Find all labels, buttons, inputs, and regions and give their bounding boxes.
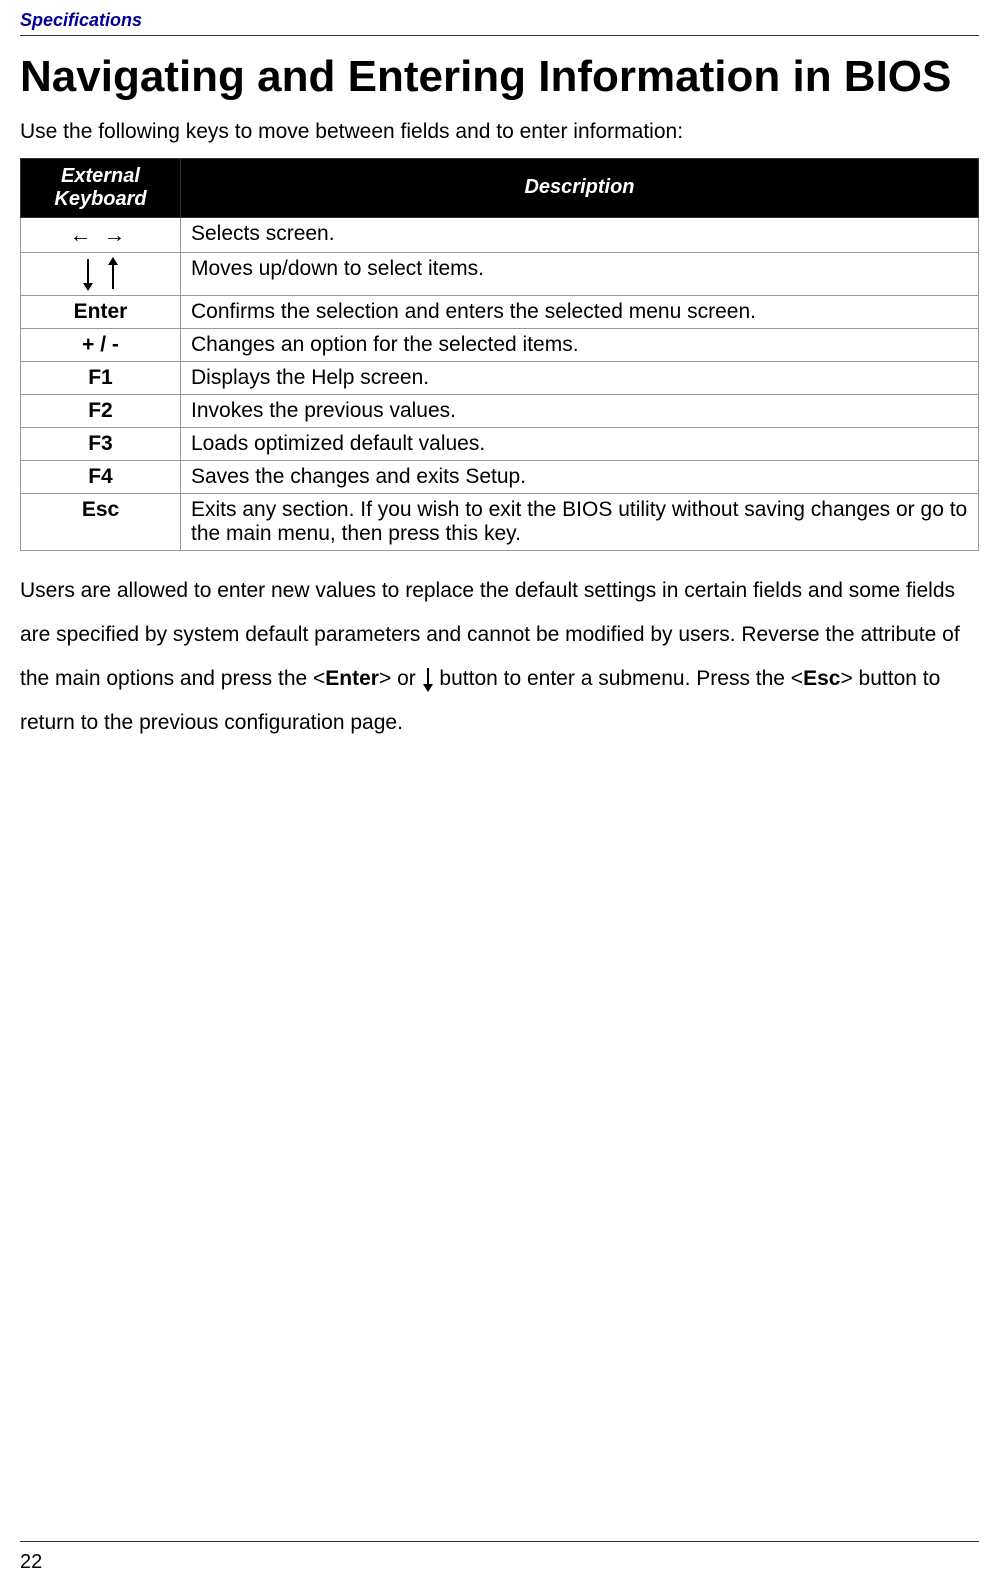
key-f2: F2 (21, 394, 181, 427)
table-row: ← → Selects screen. (21, 217, 979, 252)
page-title: Navigating and Entering Information in B… (20, 46, 979, 108)
body-text-part2: > or (379, 667, 422, 690)
table-header-row: External Keyboard Description (21, 158, 979, 217)
desc-cell: Moves up/down to select items. (181, 252, 979, 295)
left-arrow-icon: ← (70, 222, 98, 247)
desc-cell: Invokes the previous values. (181, 394, 979, 427)
down-arrow-icon (422, 666, 434, 692)
table-row: Moves up/down to select items. (21, 252, 979, 295)
desc-cell: Exits any section. If you wish to exit t… (181, 493, 979, 550)
esc-key-text: Esc (803, 667, 840, 690)
keys-table: External Keyboard Description ← → Select… (20, 158, 979, 551)
body-paragraph: Users are allowed to enter new values to… (20, 569, 979, 745)
down-arrow-icon (81, 257, 95, 291)
key-esc: Esc (21, 493, 181, 550)
desc-cell: Confirms the selection and enters the se… (181, 295, 979, 328)
desc-cell: Selects screen. (181, 217, 979, 252)
intro-paragraph: Use the following keys to move between f… (20, 120, 979, 144)
table-row: F4 Saves the changes and exits Setup. (21, 460, 979, 493)
table-row: F2 Invokes the previous values. (21, 394, 979, 427)
key-f4: F4 (21, 460, 181, 493)
header-keyboard: External Keyboard (21, 158, 181, 217)
section-header: Specifications (20, 10, 979, 36)
footer-divider (20, 1541, 979, 1542)
page-number: 22 (20, 1551, 42, 1574)
right-arrow-icon: → (103, 222, 131, 247)
desc-cell: Loads optimized default values. (181, 427, 979, 460)
table-row: Esc Exits any section. If you wish to ex… (21, 493, 979, 550)
desc-cell: Saves the changes and exits Setup. (181, 460, 979, 493)
key-left-right-arrows: ← → (21, 217, 181, 252)
desc-cell: Displays the Help screen. (181, 361, 979, 394)
key-up-down-arrows (21, 252, 181, 295)
body-text-part3: button to enter a submenu. Press the < (439, 667, 803, 690)
key-f1: F1 (21, 361, 181, 394)
up-arrow-icon (106, 257, 120, 291)
key-plus-minus: + / - (21, 328, 181, 361)
key-f3: F3 (21, 427, 181, 460)
key-enter: Enter (21, 295, 181, 328)
desc-cell: Changes an option for the selected items… (181, 328, 979, 361)
table-row: + / - Changes an option for the selected… (21, 328, 979, 361)
enter-key-text: Enter (325, 667, 379, 690)
table-row: Enter Confirms the selection and enters … (21, 295, 979, 328)
table-row: F3 Loads optimized default values. (21, 427, 979, 460)
header-description: Description (181, 158, 979, 217)
table-row: F1 Displays the Help screen. (21, 361, 979, 394)
